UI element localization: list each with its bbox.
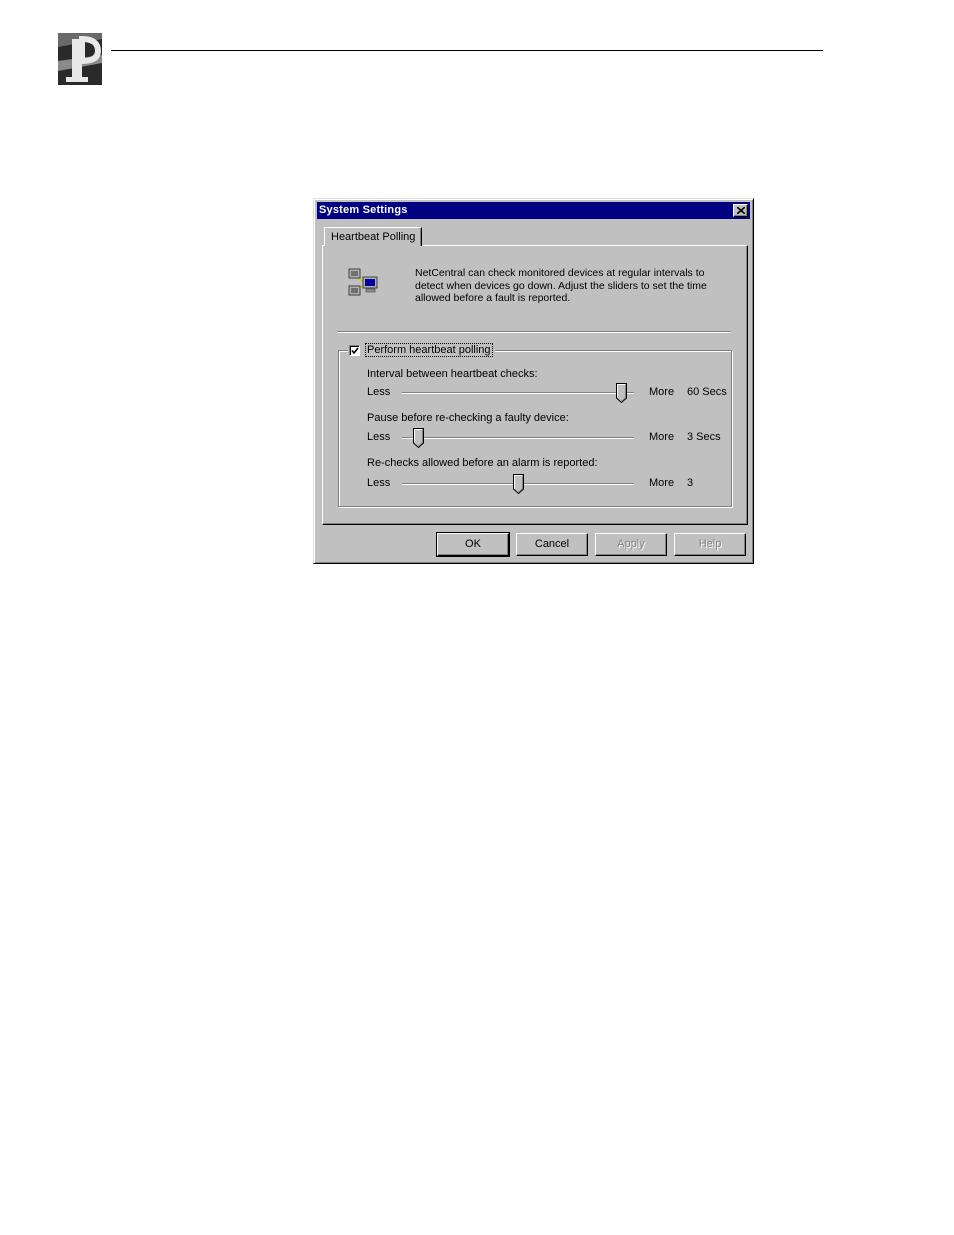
interval-less-label: Less <box>367 386 391 398</box>
logo-icon <box>58 33 102 85</box>
pause-slider-thumb[interactable] <box>413 428 425 448</box>
network-computers-icon <box>348 268 378 296</box>
polling-checkbox[interactable] <box>349 344 360 356</box>
apply-button-label: Apply <box>617 538 645 550</box>
header-rule <box>111 50 823 51</box>
pause-slider-track[interactable] <box>402 437 634 439</box>
rechecks-slider-thumb[interactable] <box>512 474 524 494</box>
dialog-title: System Settings <box>319 204 408 216</box>
polling-groupbox: Perform heartbeat polling Interval betwe… <box>338 343 732 507</box>
check-icon <box>351 347 359 354</box>
interval-label: Interval between heartbeat checks: <box>367 368 538 380</box>
rechecks-value: 3 <box>687 477 694 489</box>
rechecks-less-label: Less <box>367 477 391 489</box>
cancel-button-label: Cancel <box>534 538 570 550</box>
pause-value: 3 Secs <box>687 431 721 443</box>
interval-more-label: More <box>649 386 675 398</box>
pause-label: Pause before re-checking a faulty device… <box>367 412 569 424</box>
pause-less-label: Less <box>367 431 391 443</box>
interval-slider-thumb[interactable] <box>616 383 628 403</box>
system-settings-dialog: System Settings Heartbeat Polling NetCen… <box>313 198 754 564</box>
separator <box>337 331 731 333</box>
close-icon <box>737 207 745 214</box>
intro-text: NetCentral can check monitored devices a… <box>415 267 707 304</box>
ok-button-label: OK <box>465 538 481 550</box>
rechecks-label: Re-checks allowed before an alarm is rep… <box>367 457 598 469</box>
ok-button[interactable]: OK <box>436 532 510 557</box>
help-button[interactable]: Help <box>674 533 746 556</box>
polling-checkbox-row[interactable]: Perform heartbeat polling <box>348 343 495 357</box>
interval-value: 60 Secs <box>687 386 727 398</box>
close-button[interactable] <box>733 204 748 217</box>
title-bar[interactable]: System Settings <box>317 202 750 219</box>
rechecks-more-label: More <box>649 477 675 489</box>
pause-more-label: More <box>649 431 675 443</box>
polling-checkbox-label[interactable]: Perform heartbeat polling <box>365 343 493 357</box>
interval-slider-track[interactable] <box>402 392 634 394</box>
cancel-button[interactable]: Cancel <box>516 533 588 556</box>
help-button-label: Help <box>698 538 722 550</box>
tab-heartbeat-polling[interactable]: Heartbeat Polling <box>324 227 423 246</box>
heartbeat-polling-panel: NetCentral can check monitored devices a… <box>322 245 748 525</box>
apply-button[interactable]: Apply <box>595 533 667 556</box>
